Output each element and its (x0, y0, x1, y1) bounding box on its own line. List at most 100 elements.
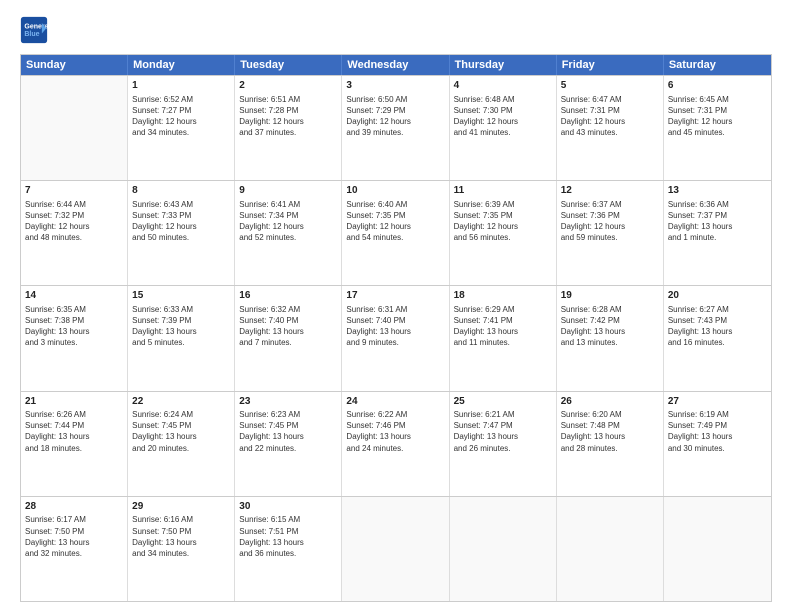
day-info: Sunrise: 6:17 AM Sunset: 7:50 PM Dayligh… (25, 514, 123, 559)
day-info: Sunrise: 6:15 AM Sunset: 7:51 PM Dayligh… (239, 514, 337, 559)
day-number: 6 (668, 79, 767, 93)
day-number: 1 (132, 79, 230, 93)
calendar-cell: 4Sunrise: 6:48 AM Sunset: 7:30 PM Daylig… (450, 76, 557, 180)
day-info: Sunrise: 6:41 AM Sunset: 7:34 PM Dayligh… (239, 199, 337, 244)
calendar-cell: 6Sunrise: 6:45 AM Sunset: 7:31 PM Daylig… (664, 76, 771, 180)
day-number: 8 (132, 184, 230, 198)
calendar-cell: 15Sunrise: 6:33 AM Sunset: 7:39 PM Dayli… (128, 286, 235, 390)
calendar-cell: 26Sunrise: 6:20 AM Sunset: 7:48 PM Dayli… (557, 392, 664, 496)
day-number: 28 (25, 500, 123, 514)
calendar-header-cell: Wednesday (342, 55, 449, 75)
calendar-cell: 19Sunrise: 6:28 AM Sunset: 7:42 PM Dayli… (557, 286, 664, 390)
calendar-cell: 25Sunrise: 6:21 AM Sunset: 7:47 PM Dayli… (450, 392, 557, 496)
page-header: General Blue (20, 16, 772, 44)
day-number: 30 (239, 500, 337, 514)
day-info: Sunrise: 6:37 AM Sunset: 7:36 PM Dayligh… (561, 199, 659, 244)
calendar-header-cell: Monday (128, 55, 235, 75)
day-number: 11 (454, 184, 552, 198)
calendar-cell: 28Sunrise: 6:17 AM Sunset: 7:50 PM Dayli… (21, 497, 128, 601)
day-info: Sunrise: 6:29 AM Sunset: 7:41 PM Dayligh… (454, 304, 552, 349)
day-number: 25 (454, 395, 552, 409)
calendar-cell: 2Sunrise: 6:51 AM Sunset: 7:28 PM Daylig… (235, 76, 342, 180)
day-number: 3 (346, 79, 444, 93)
day-info: Sunrise: 6:50 AM Sunset: 7:29 PM Dayligh… (346, 94, 444, 139)
calendar-cell (450, 497, 557, 601)
calendar-cell: 5Sunrise: 6:47 AM Sunset: 7:31 PM Daylig… (557, 76, 664, 180)
day-number: 15 (132, 289, 230, 303)
day-number: 24 (346, 395, 444, 409)
calendar-cell: 7Sunrise: 6:44 AM Sunset: 7:32 PM Daylig… (21, 181, 128, 285)
calendar-body: 1Sunrise: 6:52 AM Sunset: 7:27 PM Daylig… (21, 75, 771, 601)
calendar-cell (342, 497, 449, 601)
calendar-cell: 17Sunrise: 6:31 AM Sunset: 7:40 PM Dayli… (342, 286, 449, 390)
calendar-cell: 10Sunrise: 6:40 AM Sunset: 7:35 PM Dayli… (342, 181, 449, 285)
day-info: Sunrise: 6:48 AM Sunset: 7:30 PM Dayligh… (454, 94, 552, 139)
day-number: 19 (561, 289, 659, 303)
day-info: Sunrise: 6:22 AM Sunset: 7:46 PM Dayligh… (346, 409, 444, 454)
day-number: 17 (346, 289, 444, 303)
calendar-cell (557, 497, 664, 601)
day-number: 21 (25, 395, 123, 409)
calendar-cell: 14Sunrise: 6:35 AM Sunset: 7:38 PM Dayli… (21, 286, 128, 390)
day-info: Sunrise: 6:47 AM Sunset: 7:31 PM Dayligh… (561, 94, 659, 139)
day-info: Sunrise: 6:21 AM Sunset: 7:47 PM Dayligh… (454, 409, 552, 454)
day-info: Sunrise: 6:32 AM Sunset: 7:40 PM Dayligh… (239, 304, 337, 349)
calendar-cell: 9Sunrise: 6:41 AM Sunset: 7:34 PM Daylig… (235, 181, 342, 285)
day-info: Sunrise: 6:19 AM Sunset: 7:49 PM Dayligh… (668, 409, 767, 454)
calendar-cell: 13Sunrise: 6:36 AM Sunset: 7:37 PM Dayli… (664, 181, 771, 285)
day-info: Sunrise: 6:40 AM Sunset: 7:35 PM Dayligh… (346, 199, 444, 244)
day-info: Sunrise: 6:28 AM Sunset: 7:42 PM Dayligh… (561, 304, 659, 349)
day-number: 14 (25, 289, 123, 303)
calendar-header-cell: Saturday (664, 55, 771, 75)
day-info: Sunrise: 6:51 AM Sunset: 7:28 PM Dayligh… (239, 94, 337, 139)
day-number: 10 (346, 184, 444, 198)
svg-text:Blue: Blue (24, 31, 39, 38)
day-number: 5 (561, 79, 659, 93)
day-info: Sunrise: 6:33 AM Sunset: 7:39 PM Dayligh… (132, 304, 230, 349)
day-info: Sunrise: 6:43 AM Sunset: 7:33 PM Dayligh… (132, 199, 230, 244)
day-info: Sunrise: 6:44 AM Sunset: 7:32 PM Dayligh… (25, 199, 123, 244)
day-info: Sunrise: 6:24 AM Sunset: 7:45 PM Dayligh… (132, 409, 230, 454)
day-number: 18 (454, 289, 552, 303)
calendar-cell: 22Sunrise: 6:24 AM Sunset: 7:45 PM Dayli… (128, 392, 235, 496)
day-info: Sunrise: 6:52 AM Sunset: 7:27 PM Dayligh… (132, 94, 230, 139)
day-number: 22 (132, 395, 230, 409)
calendar-cell (664, 497, 771, 601)
calendar-cell: 24Sunrise: 6:22 AM Sunset: 7:46 PM Dayli… (342, 392, 449, 496)
day-number: 7 (25, 184, 123, 198)
calendar-row: 7Sunrise: 6:44 AM Sunset: 7:32 PM Daylig… (21, 180, 771, 285)
logo: General Blue (20, 16, 52, 44)
calendar-cell: 1Sunrise: 6:52 AM Sunset: 7:27 PM Daylig… (128, 76, 235, 180)
calendar-cell: 27Sunrise: 6:19 AM Sunset: 7:49 PM Dayli… (664, 392, 771, 496)
day-info: Sunrise: 6:26 AM Sunset: 7:44 PM Dayligh… (25, 409, 123, 454)
calendar-cell: 21Sunrise: 6:26 AM Sunset: 7:44 PM Dayli… (21, 392, 128, 496)
calendar-header-cell: Tuesday (235, 55, 342, 75)
calendar-row: 28Sunrise: 6:17 AM Sunset: 7:50 PM Dayli… (21, 496, 771, 601)
calendar-row: 21Sunrise: 6:26 AM Sunset: 7:44 PM Dayli… (21, 391, 771, 496)
day-number: 27 (668, 395, 767, 409)
calendar-cell (21, 76, 128, 180)
calendar-cell: 18Sunrise: 6:29 AM Sunset: 7:41 PM Dayli… (450, 286, 557, 390)
day-info: Sunrise: 6:23 AM Sunset: 7:45 PM Dayligh… (239, 409, 337, 454)
calendar-cell: 8Sunrise: 6:43 AM Sunset: 7:33 PM Daylig… (128, 181, 235, 285)
calendar-header-cell: Thursday (450, 55, 557, 75)
day-number: 16 (239, 289, 337, 303)
calendar-cell: 23Sunrise: 6:23 AM Sunset: 7:45 PM Dayli… (235, 392, 342, 496)
day-number: 26 (561, 395, 659, 409)
calendar-cell: 30Sunrise: 6:15 AM Sunset: 7:51 PM Dayli… (235, 497, 342, 601)
day-info: Sunrise: 6:35 AM Sunset: 7:38 PM Dayligh… (25, 304, 123, 349)
day-number: 9 (239, 184, 337, 198)
day-info: Sunrise: 6:20 AM Sunset: 7:48 PM Dayligh… (561, 409, 659, 454)
day-info: Sunrise: 6:39 AM Sunset: 7:35 PM Dayligh… (454, 199, 552, 244)
day-number: 12 (561, 184, 659, 198)
logo-icon: General Blue (20, 16, 48, 44)
calendar-cell: 11Sunrise: 6:39 AM Sunset: 7:35 PM Dayli… (450, 181, 557, 285)
day-info: Sunrise: 6:27 AM Sunset: 7:43 PM Dayligh… (668, 304, 767, 349)
calendar-header: SundayMondayTuesdayWednesdayThursdayFrid… (21, 55, 771, 75)
day-info: Sunrise: 6:31 AM Sunset: 7:40 PM Dayligh… (346, 304, 444, 349)
calendar-header-cell: Sunday (21, 55, 128, 75)
day-number: 20 (668, 289, 767, 303)
calendar-cell: 16Sunrise: 6:32 AM Sunset: 7:40 PM Dayli… (235, 286, 342, 390)
calendar-cell: 3Sunrise: 6:50 AM Sunset: 7:29 PM Daylig… (342, 76, 449, 180)
day-number: 2 (239, 79, 337, 93)
